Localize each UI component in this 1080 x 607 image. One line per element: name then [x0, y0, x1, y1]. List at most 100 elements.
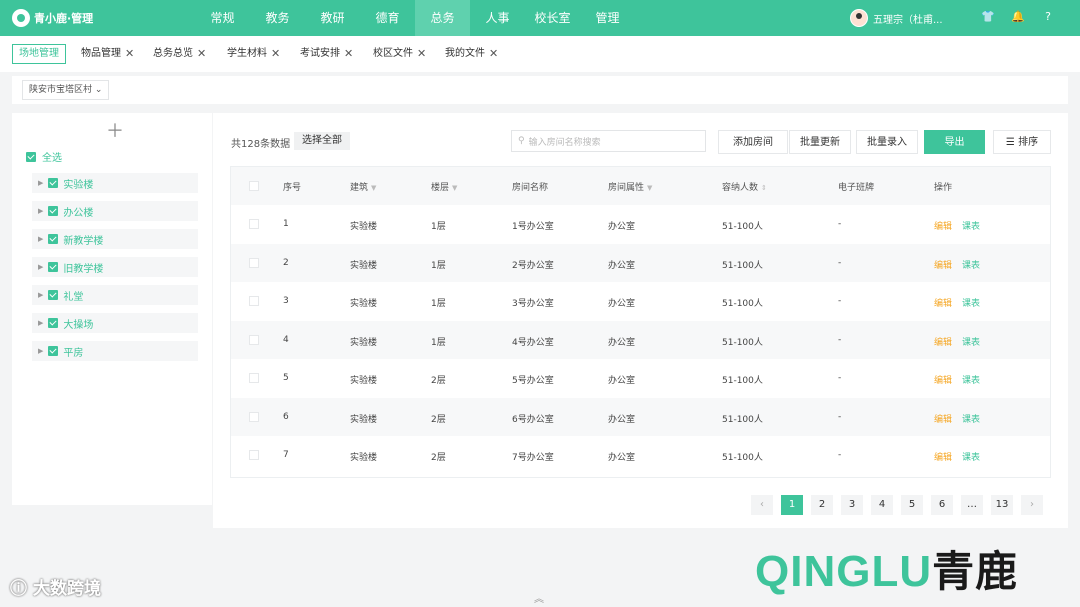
tab[interactable]: 场地管理 [12, 44, 66, 64]
export-button[interactable]: 导出 [924, 130, 985, 154]
page-button[interactable]: … [961, 495, 983, 515]
page-button[interactable]: 4 [871, 495, 893, 515]
schedule-link[interactable]: 课表 [962, 450, 980, 463]
brand-logo: QINGLU青鹿 [755, 538, 1018, 599]
schedule-link[interactable]: 课表 [962, 219, 980, 232]
nav-item[interactable]: 校长室 [525, 0, 580, 36]
checkbox-icon[interactable] [48, 346, 59, 356]
col-room-attr-label: 房间属性 [608, 183, 645, 193]
tab[interactable]: 我的文件 ✕ [438, 44, 505, 64]
tab[interactable]: 总务总览 ✕ [146, 44, 213, 64]
tree-item[interactable]: ▶ 礼堂 [32, 285, 198, 305]
tree-item[interactable]: ▶ 办公楼 [32, 201, 198, 221]
add-icon[interactable]: ＋ [106, 117, 124, 143]
nav-item[interactable]: 人事 [470, 0, 525, 36]
sort-button[interactable]: ☰ 排序 [993, 130, 1051, 154]
caret-right-icon[interactable]: ▶ [38, 347, 43, 355]
header-checkbox[interactable] [249, 181, 259, 191]
select-all-checkbox[interactable]: 全选 [26, 149, 62, 164]
col-capacity[interactable]: 容纳人数 ⇕ [722, 180, 767, 193]
prev-page-button[interactable]: ‹ [751, 495, 773, 515]
row-checkbox[interactable] [249, 257, 259, 268]
top-navbar: 青小鹿·管理 常规 教务 教研 德育 总务 人事 校长室 管理 五理宗（杜甫... 👕 🔔 ? [0, 0, 1080, 36]
page-button[interactable]: 13 [991, 495, 1013, 515]
row-checkbox[interactable] [249, 334, 259, 345]
theme-shirt-icon[interactable]: 👕 [980, 9, 996, 25]
chevron-up-icon[interactable]: ︽ [534, 590, 544, 605]
next-page-button[interactable]: › [1021, 495, 1043, 515]
help-icon[interactable]: ? [1040, 9, 1056, 25]
caret-right-icon[interactable]: ▶ [38, 263, 43, 271]
edit-link[interactable]: 编辑 [934, 412, 952, 425]
close-icon[interactable]: ✕ [125, 44, 134, 64]
tab[interactable]: 考试安排 ✕ [293, 44, 360, 64]
col-floor[interactable]: 楼层 ▼ [431, 180, 457, 193]
checkbox-icon[interactable] [48, 262, 59, 272]
caret-right-icon[interactable]: ▶ [38, 207, 43, 215]
select-all-button[interactable]: 选择全部 [294, 132, 350, 150]
tab[interactable]: 学生材料 ✕ [220, 44, 287, 64]
row-checkbox[interactable] [249, 296, 259, 306]
nav-item[interactable]: 教研 [305, 0, 360, 36]
edit-link[interactable]: 编辑 [934, 219, 952, 232]
edit-link[interactable]: 编辑 [934, 296, 952, 309]
schedule-link[interactable]: 课表 [962, 412, 980, 425]
edit-link[interactable]: 编辑 [934, 335, 952, 348]
edit-link[interactable]: 编辑 [934, 373, 952, 386]
tab[interactable]: 校区文件 ✕ [366, 44, 433, 64]
row-checkbox[interactable] [249, 450, 259, 460]
page-button[interactable]: 6 [931, 495, 953, 515]
app-logo[interactable]: 青小鹿·管理 [12, 8, 93, 28]
nav-item[interactable]: 常规 [195, 0, 250, 36]
cell-index: 1 [283, 219, 289, 229]
tab[interactable]: 物品管理 ✕ [74, 44, 141, 64]
checkbox-icon[interactable] [48, 206, 59, 216]
row-checkbox[interactable] [249, 411, 259, 422]
caret-right-icon[interactable]: ▶ [38, 291, 43, 299]
checkbox-icon[interactable] [48, 290, 59, 300]
schedule-link[interactable]: 课表 [962, 258, 980, 271]
user-menu[interactable]: 五理宗（杜甫... [850, 8, 943, 28]
page-button[interactable]: 3 [841, 495, 863, 515]
nav-item[interactable]: 教务 [250, 0, 305, 36]
edit-link[interactable]: 编辑 [934, 450, 952, 463]
caret-right-icon[interactable]: ▶ [38, 235, 43, 243]
tree-item[interactable]: ▶ 实验楼 [32, 173, 198, 193]
checkbox-icon[interactable] [48, 318, 59, 328]
checkbox-icon[interactable] [48, 178, 59, 188]
col-room-attr[interactable]: 房间属性 ▼ [608, 180, 652, 193]
nav-item[interactable]: 总务 [415, 0, 470, 36]
checkbox-icon[interactable] [48, 234, 59, 244]
add-room-button[interactable]: 添加房间 [718, 130, 788, 154]
col-building[interactable]: 建筑 ▼ [350, 180, 376, 193]
tree-item[interactable]: ▶ 平房 [32, 341, 198, 361]
bell-icon[interactable]: 🔔 [1010, 9, 1026, 25]
nav-item[interactable]: 管理 [580, 0, 635, 36]
region-select[interactable]: 陕安市宝塔区村 ⌄ [22, 80, 110, 100]
page-button[interactable]: 2 [811, 495, 833, 515]
caret-right-icon[interactable]: ▶ [38, 319, 43, 327]
row-checkbox[interactable] [249, 373, 259, 383]
tree-item[interactable]: ▶ 新教学楼 [32, 229, 198, 249]
row-checkbox[interactable] [249, 219, 259, 229]
search-input[interactable]: ⚲ 输入房间名称搜索 [511, 130, 706, 152]
tree-item[interactable]: ▶ 旧教学楼 [32, 257, 198, 277]
caret-right-icon[interactable]: ▶ [38, 179, 43, 187]
tree-item[interactable]: ▶ 大操场 [32, 313, 198, 333]
nav-item[interactable]: 德育 [360, 0, 415, 36]
schedule-link[interactable]: 课表 [962, 335, 980, 348]
close-icon[interactable]: ✕ [417, 44, 426, 64]
cell-index: 2 [283, 257, 289, 268]
page-button[interactable]: 5 [901, 495, 923, 515]
cell-room: 3号办公室 [512, 299, 554, 309]
batch-entry-button[interactable]: 批量录入 [856, 130, 918, 154]
page-button[interactable]: 1 [781, 495, 803, 515]
close-icon[interactable]: ✕ [344, 44, 353, 64]
close-icon[interactable]: ✕ [197, 44, 206, 64]
batch-update-button[interactable]: 批量更新 [789, 130, 851, 154]
edit-link[interactable]: 编辑 [934, 258, 952, 271]
close-icon[interactable]: ✕ [489, 44, 498, 64]
schedule-link[interactable]: 课表 [962, 373, 980, 386]
close-icon[interactable]: ✕ [271, 44, 280, 64]
schedule-link[interactable]: 课表 [962, 296, 980, 309]
